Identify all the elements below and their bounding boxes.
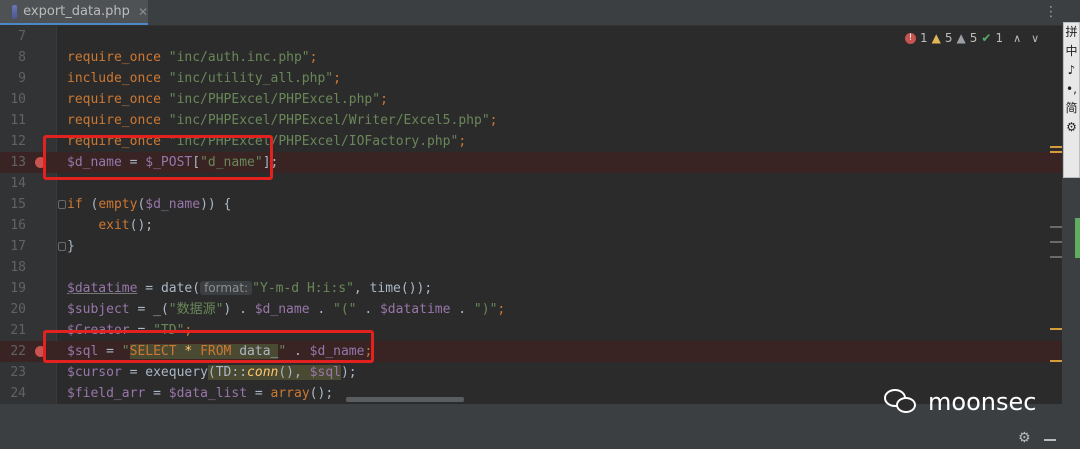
horizontal-scrollbar[interactable]: [346, 397, 464, 402]
close-tab-icon[interactable]: ✕: [138, 5, 148, 19]
ime-mode-icon[interactable]: ♪: [1068, 61, 1076, 80]
line-number: 11: [10, 113, 26, 128]
weak-warning-count: 5: [969, 31, 978, 45]
watermark-text: moonsec: [928, 388, 1037, 416]
line-number: 8: [18, 50, 26, 65]
error-stripe-mark[interactable]: [1050, 146, 1062, 148]
error-count: 1: [920, 31, 928, 45]
line-number: 12: [10, 134, 26, 149]
parameter-hint: format:: [200, 281, 253, 295]
line-number: 15: [10, 197, 26, 212]
typo-count: 1: [995, 31, 1004, 45]
code-line[interactable]: 16 exit();: [0, 215, 1080, 236]
ime-punct-icon[interactable]: •,: [1066, 80, 1077, 99]
code-text: $datatime = date(format: "Y-m-d H:i:s", t…: [67, 281, 433, 296]
line-number: 16: [10, 218, 26, 233]
file-tab[interactable]: export_data.php ✕: [0, 0, 148, 25]
previous-highlight-icon[interactable]: ∧: [1013, 32, 1021, 45]
inspections-widget[interactable]: ! 1 ▲ 5 ▲ 5 ✔ 1 ∧ ∨: [905, 30, 1039, 46]
annotation-box: [43, 330, 374, 363]
code-line[interactable]: 20 $subject = _("数据源") . $d_name . "(" .…: [0, 299, 1080, 320]
stripe-mark[interactable]: [1050, 241, 1062, 243]
code-text: exit();: [98, 218, 154, 233]
ime-pinyin-icon[interactable]: 拼: [1065, 23, 1077, 42]
error-stripe-mark[interactable]: [1050, 151, 1062, 153]
editor-tab-bar: export_data.php ✕ ⋮: [0, 0, 1062, 26]
stripe-mark[interactable]: [1050, 226, 1062, 228]
warning-icon: ▲: [931, 31, 941, 45]
ime-simplified-icon[interactable]: 简: [1065, 99, 1077, 118]
code-line[interactable]: 19 $datatime = date(format: "Y-m-d H:i:s"…: [0, 278, 1080, 299]
gear-icon[interactable]: ⚙: [1018, 430, 1031, 446]
code-line[interactable]: 8 require_once "inc/auth.inc.php";: [0, 47, 1080, 68]
line-number: 20: [10, 302, 26, 317]
code-line[interactable]: 17 }: [0, 236, 1080, 257]
warning-stripe-mark[interactable]: [1050, 328, 1062, 330]
code-line[interactable]: 18: [0, 257, 1080, 278]
more-options-icon[interactable]: ⋮: [1044, 4, 1058, 20]
code-text: include_once "inc/utility_all.php";: [67, 71, 341, 86]
line-number: 10: [10, 92, 26, 107]
line-number: 19: [10, 281, 26, 296]
line-number: 23: [10, 365, 26, 380]
ime-chinese-icon[interactable]: 中: [1065, 42, 1077, 61]
fold-end-icon[interactable]: [58, 242, 66, 251]
code-text: $subject = _("数据源") . $d_name . "(" . $d…: [67, 302, 506, 317]
code-line[interactable]: 9 include_once "inc/utility_all.php";: [0, 68, 1080, 89]
ime-toolbar[interactable]: 拼 中 ♪ •, 简 ⚙: [1063, 22, 1080, 178]
next-highlight-icon[interactable]: ∨: [1031, 32, 1039, 45]
code-line[interactable]: 15 if (empty($d_name)) {: [0, 194, 1080, 215]
wechat-icon: [884, 389, 918, 415]
code-text: require_once "inc/PHPExcel/PHPExcel/Writ…: [67, 113, 498, 128]
line-number: 18: [10, 260, 26, 275]
code-text: $cursor = exequery(TD::conn(), $sql);: [67, 365, 357, 380]
error-icon: !: [905, 32, 916, 44]
warning-stripe-mark[interactable]: [1050, 360, 1062, 362]
line-number: 9: [18, 71, 26, 86]
code-text: require_once "inc/auth.inc.php";: [67, 50, 318, 65]
minimize-icon[interactable]: [1044, 439, 1056, 441]
line-number: 14: [10, 176, 26, 191]
line-number: 7: [18, 29, 26, 44]
line-number: 13: [10, 155, 26, 170]
code-text: }: [67, 239, 75, 254]
line-number: 17: [10, 239, 26, 254]
php-file-icon: [12, 4, 18, 19]
code-line[interactable]: 10 require_once "inc/PHPExcel/PHPExcel.p…: [0, 89, 1080, 110]
line-number: 22: [10, 344, 26, 359]
line-number: 24: [10, 386, 26, 401]
annotation-box: [43, 135, 273, 180]
stripe-mark[interactable]: [1050, 256, 1062, 258]
code-text: if (empty($d_name)) {: [67, 197, 232, 212]
line-number: 21: [10, 323, 26, 338]
warning-count: 5: [944, 31, 953, 45]
code-line[interactable]: 11 require_once "inc/PHPExcel/PHPExcel/W…: [0, 110, 1080, 131]
typo-check-icon: ✔: [981, 31, 992, 45]
code-text: require_once "inc/PHPExcel/PHPExcel.php"…: [67, 92, 388, 107]
code-text: $field_arr = $data_list = array();: [67, 386, 334, 401]
fold-toggle-icon[interactable]: [58, 200, 66, 209]
side-indicator: [1075, 218, 1080, 258]
file-tab-label: export_data.php: [23, 4, 130, 19]
code-line[interactable]: 23 $cursor = exequery(TD::conn(), $sql);: [0, 362, 1080, 383]
watermark: moonsec: [884, 388, 1036, 416]
weak-warning-icon: ▲: [956, 31, 966, 45]
ime-settings-icon[interactable]: ⚙: [1066, 118, 1077, 137]
